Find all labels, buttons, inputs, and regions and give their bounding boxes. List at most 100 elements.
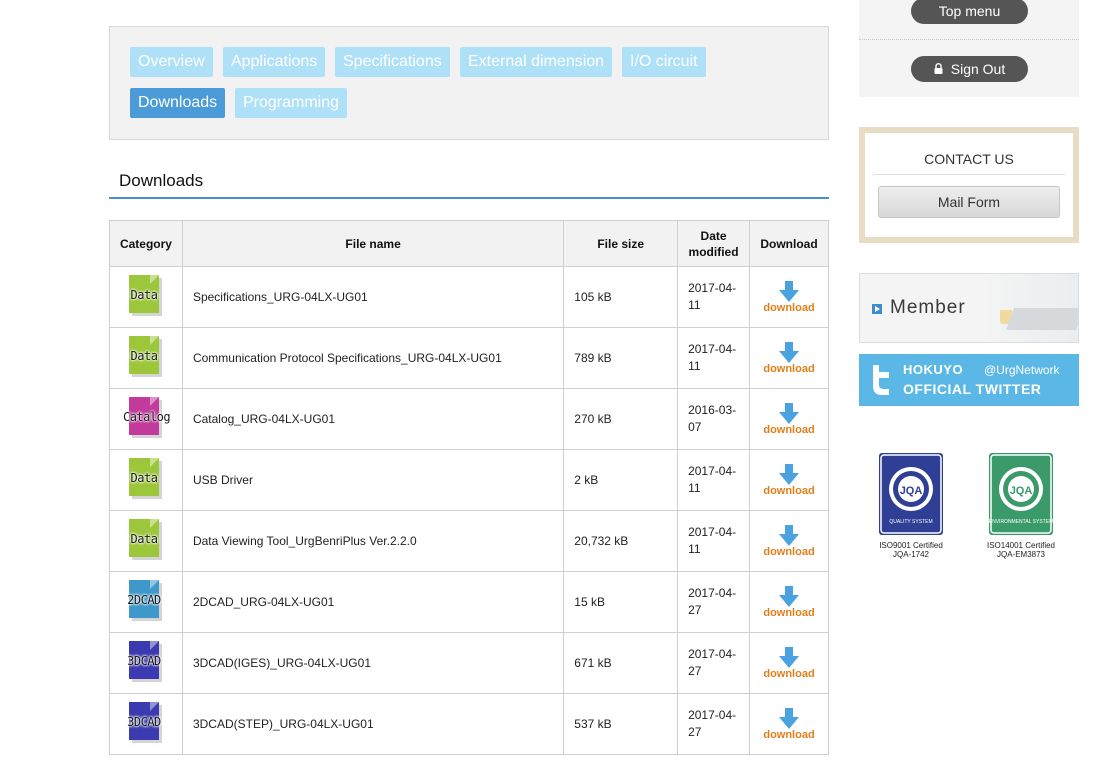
download-button[interactable]: download xyxy=(763,646,815,680)
download-cell: download xyxy=(749,571,829,633)
divider xyxy=(873,174,1065,175)
file-type-icon: Data xyxy=(128,519,163,563)
download-cell: download xyxy=(749,388,829,450)
header-file-size: File size xyxy=(563,220,679,267)
file-name-cell: Communication Protocol Specifications_UR… xyxy=(181,327,565,389)
download-button[interactable]: download xyxy=(763,585,815,619)
table-row: 3DCAD 3DCAD(STEP)_URG-04LX-UG01 537 kB 2… xyxy=(109,693,829,755)
account-panel: Top menu Sign Out xyxy=(859,0,1079,97)
download-cell: download xyxy=(749,327,829,389)
download-cell: download xyxy=(749,632,829,694)
arrow-icon xyxy=(872,304,882,314)
date-modified-cell: 2017-04- 11 xyxy=(677,266,751,328)
cert-caption: ISO14001 Certified xyxy=(986,541,1056,550)
top-menu-button[interactable]: Top menu xyxy=(911,0,1028,24)
download-cell: download xyxy=(749,266,829,328)
file-size-cell: 789 kB xyxy=(563,327,679,389)
category-label: Catalog xyxy=(122,410,171,424)
mail-form-button[interactable]: Mail Form xyxy=(878,186,1060,218)
category-label: 2DCAD xyxy=(127,593,161,607)
download-arrow-icon xyxy=(779,646,799,668)
downloads-table: Category File name File size Date modifie… xyxy=(109,220,829,755)
file-name-cell: Specifications_URG-04LX-UG01 xyxy=(181,266,565,328)
table-row: Data USB Driver 2 kB 2017-04- 11 download xyxy=(109,449,829,511)
table-row: Catalog Catalog_URG-04LX-UG01 270 kB 201… xyxy=(109,388,829,450)
iso9001-certificate: JQA QUALITY SYSTEM ISO9001 Certified JQA-… xyxy=(866,453,956,559)
category-cell: Data xyxy=(109,266,183,328)
date-modified-cell: 2017-04- 11 xyxy=(677,327,751,389)
category-cell: Catalog xyxy=(109,388,183,450)
category-label: Data xyxy=(130,288,158,302)
product-tabs: Overview Applications Specifications Ext… xyxy=(109,26,829,140)
download-label: download xyxy=(763,545,815,558)
download-cell: download xyxy=(749,449,829,511)
download-arrow-icon xyxy=(779,463,799,485)
file-type-icon: Data xyxy=(128,458,163,502)
table-row: 2DCAD 2DCAD_URG-04LX-UG01 15 kB 2017-04-… xyxy=(109,571,829,633)
category-label: 3DCAD xyxy=(127,654,161,668)
table-row: 3DCAD 3DCAD(IGES)_URG-04LX-UG01 671 kB 2… xyxy=(109,632,829,694)
file-name-cell: USB Driver xyxy=(181,449,565,511)
file-name-cell: Data Viewing Tool_UrgBenriPlus Ver.2.2.0 xyxy=(181,510,565,572)
file-type-icon: Data xyxy=(128,275,163,319)
category-label: Data xyxy=(130,471,158,485)
download-button[interactable]: download xyxy=(763,402,815,436)
table-row: Data Data Viewing Tool_UrgBenriPlus Ver.… xyxy=(109,510,829,572)
file-size-cell: 537 kB xyxy=(563,693,679,755)
category-cell: 2DCAD xyxy=(109,571,183,633)
file-name-cell: 2DCAD_URG-04LX-UG01 xyxy=(181,571,565,633)
svg-text:JQA: JQA xyxy=(1010,485,1033,497)
section-divider xyxy=(109,197,829,199)
file-size-cell: 2 kB xyxy=(563,449,679,511)
download-label: download xyxy=(763,423,815,436)
tab-specifications[interactable]: Specifications xyxy=(335,47,450,77)
file-size-cell: 105 kB xyxy=(563,266,679,328)
tab-programming[interactable]: Programming xyxy=(235,88,348,118)
twitter-banner[interactable]: HOKUYO @UrgNetwork OFFICIAL TWITTER xyxy=(859,354,1079,406)
download-label: download xyxy=(763,362,815,375)
date-modified-cell: 2017-04- 11 xyxy=(677,449,751,511)
file-size-cell: 15 kB xyxy=(563,571,679,633)
twitter-handle: @UrgNetwork xyxy=(984,363,1060,377)
tab-overview[interactable]: Overview xyxy=(130,47,213,77)
twitter-brand: HOKUYO xyxy=(903,362,964,377)
category-cell: 3DCAD xyxy=(109,632,183,694)
cert-number: JQA-1742 xyxy=(892,550,930,559)
category-cell: Data xyxy=(109,449,183,511)
category-cell: Data xyxy=(109,327,183,389)
member-banner[interactable]: Member xyxy=(859,273,1079,343)
download-button[interactable]: download xyxy=(763,280,815,314)
header-download: Download xyxy=(749,220,829,267)
iso14001-certificate: JQA ENVIRONMENTAL SYSTEM ISO14001 Certif… xyxy=(976,453,1066,559)
file-type-icon: 3DCAD xyxy=(127,641,163,685)
download-button[interactable]: download xyxy=(763,524,815,558)
tab-applications[interactable]: Applications xyxy=(223,47,326,77)
cert-number: JQA-EM3873 xyxy=(996,550,1046,559)
table-row: Data Communication Protocol Specificatio… xyxy=(109,327,829,389)
divider xyxy=(859,39,1079,40)
category-label: 3DCAD xyxy=(127,715,161,729)
category-label: Data xyxy=(130,532,158,546)
download-button[interactable]: download xyxy=(763,341,815,375)
download-button[interactable]: download xyxy=(763,707,815,741)
download-button[interactable]: download xyxy=(763,463,815,497)
download-cell: download xyxy=(749,510,829,572)
sign-out-button[interactable]: Sign Out xyxy=(911,56,1028,82)
tab-external-dimension[interactable]: External dimension xyxy=(460,47,613,77)
download-label: download xyxy=(763,728,815,741)
tab-downloads[interactable]: Downloads xyxy=(130,88,226,118)
header-file-name: File name xyxy=(181,220,565,267)
category-cell: 3DCAD xyxy=(109,693,183,755)
download-arrow-icon xyxy=(779,707,799,729)
date-modified-cell: 2017-04- 11 xyxy=(677,510,751,572)
download-label: download xyxy=(763,301,815,314)
laptop-image xyxy=(1005,308,1078,330)
download-arrow-icon xyxy=(779,341,799,363)
svg-text:JQA: JQA xyxy=(900,485,923,497)
member-label: Member xyxy=(890,297,966,318)
date-modified-cell: 2017-04- 27 xyxy=(677,571,751,633)
svg-text:QUALITY SYSTEM: QUALITY SYSTEM xyxy=(889,519,932,525)
download-label: download xyxy=(763,667,815,680)
tab-io-circuit[interactable]: I/O circuit xyxy=(622,47,706,77)
sign-out-label: Sign Out xyxy=(950,61,1006,77)
